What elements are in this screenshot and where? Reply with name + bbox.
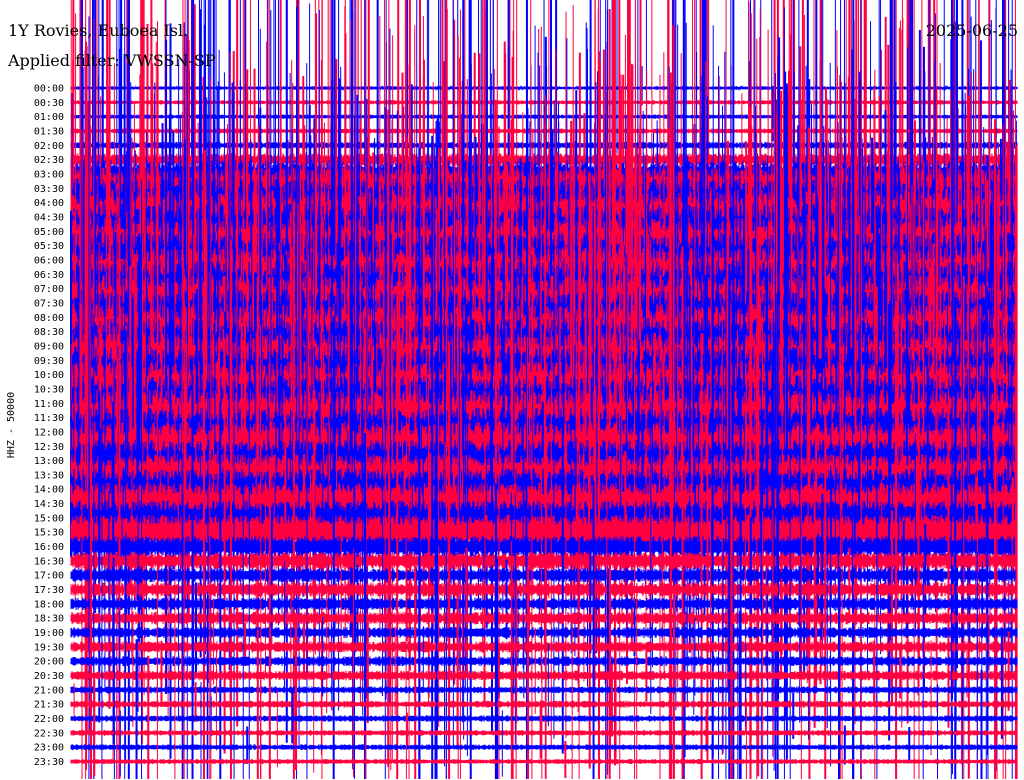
row-time-label: 15:00 [34,513,64,524]
row-time-label: 06:30 [34,270,64,281]
trace-2230 [70,729,1018,736]
row-time-label: 09:30 [34,356,64,367]
row-time-label: 11:00 [34,399,64,410]
row-time-label: 02:30 [34,155,64,166]
row-time-label: 14:30 [34,499,64,510]
row-time-label: 19:00 [34,628,64,639]
station-title: 1Y Rovies, Euboea Isl. [8,21,189,40]
row-time-label: 22:30 [34,728,64,739]
row-time-label: 18:00 [34,599,64,610]
row-time-label: 21:00 [34,685,64,696]
row-time-label: 19:30 [34,642,64,653]
row-time-label: 04:00 [34,198,64,209]
row-time-label: 03:00 [34,169,64,180]
row-time-label: 20:30 [34,671,64,682]
helicorder-plot: 00:00 00:30 01:00 01:30 02:00 02:30 03:00 03:30… [0,0,1018,779]
row-time-label: 12:30 [34,442,64,453]
row-time-label: 08:30 [34,327,64,338]
row-time-label: 10:00 [34,370,64,381]
row-time-label: 02:00 [34,141,64,152]
row-time-label: 00:30 [34,98,64,109]
row-time-label: 17:30 [34,585,64,596]
row-time-label: 23:00 [34,743,64,754]
y-axis-label: HHZ - 50000 [6,392,17,458]
row-time-label: 06:00 [34,255,64,266]
filter-label: Applied filter: VWSSN-SP [8,51,216,70]
row-time-label: 11:30 [34,413,64,424]
trace-2100 [70,686,1018,694]
row-time-label: 03:30 [34,184,64,195]
row-time-label: 18:30 [34,614,64,625]
row-time-label: 20:00 [34,657,64,668]
row-time-label: 12:00 [34,427,64,438]
row-time-label: 05:00 [34,227,64,238]
row-time-label: 16:00 [34,542,64,553]
row-time-label: 08:00 [34,313,64,324]
trace-1600 [70,536,1018,558]
row-time-label: 01:00 [34,112,64,123]
row-time-label: 17:00 [34,571,64,582]
row-time-label: 21:30 [34,700,64,711]
row-time-label: 01:30 [34,126,64,137]
row-time-label: 07:30 [34,298,64,309]
row-time-label: 22:00 [34,714,64,725]
row-time-label: 07:00 [34,284,64,295]
row-time-label: 10:30 [34,384,64,395]
row-time-label: 13:00 [34,456,64,467]
row-time-label: 09:00 [34,341,64,352]
date-label: 2025-06-25 [925,21,1018,40]
row-time-label: 05:30 [34,241,64,252]
row-time-label: 15:30 [34,528,64,539]
row-time-label: 00:00 [34,84,64,95]
row-time-label: 23:30 [34,757,64,768]
row-time-label: 16:30 [34,556,64,567]
row-time-label: 14:00 [34,485,64,496]
row-time-label: 13:30 [34,470,64,481]
row-time-label: 04:30 [34,212,64,223]
